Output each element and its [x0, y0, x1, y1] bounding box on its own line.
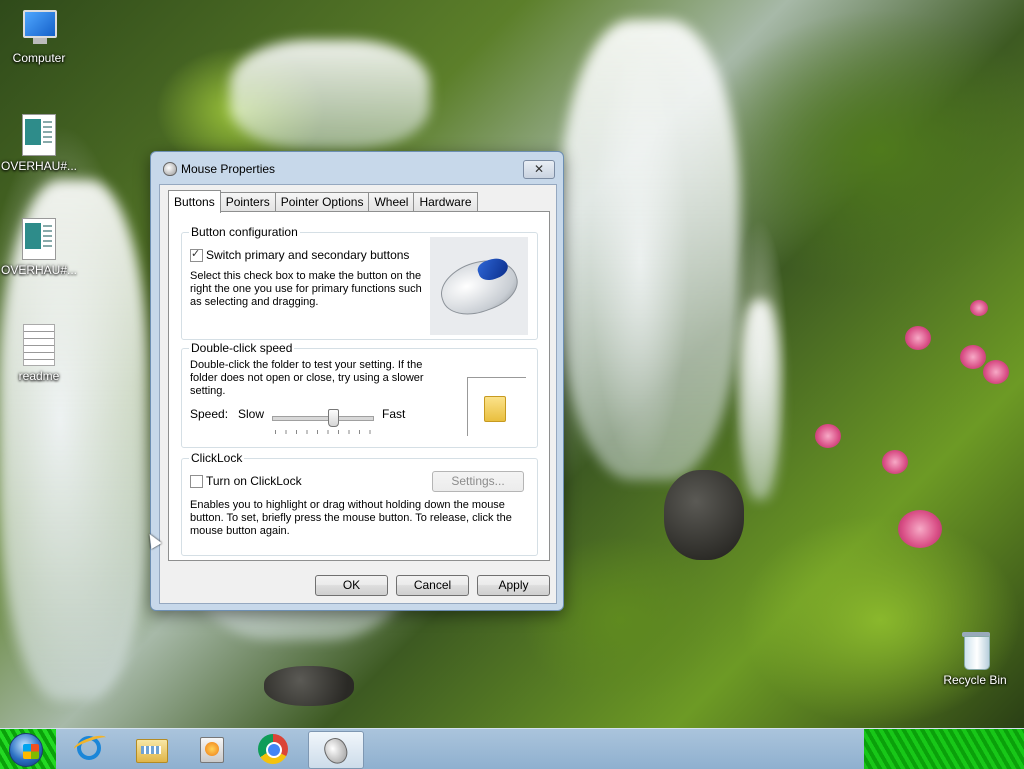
tab-strip: Buttons Pointers Pointer Options Wheel H…	[168, 190, 478, 213]
mouse-illustration	[430, 237, 528, 335]
tab-buttons[interactable]: Buttons	[168, 190, 221, 213]
double-click-speed-thumb[interactable]	[328, 409, 339, 427]
title-bar[interactable]: Mouse Properties ✕	[151, 152, 563, 184]
mouse-icon	[163, 162, 177, 176]
clicklock-settings-button[interactable]: Settings...	[432, 471, 524, 492]
desktop-icon-label: Computer	[12, 51, 66, 65]
desktop-icon-label: Recycle Bin	[943, 673, 1007, 687]
test-folder-area[interactable]	[467, 377, 526, 436]
mouse-properties-dialog: Mouse Properties ✕ Buttons Pointers Poin…	[150, 151, 564, 611]
group-title: Double-click speed	[189, 341, 295, 355]
apply-button[interactable]: Apply	[477, 575, 550, 596]
taskbar-chrome[interactable]	[246, 731, 300, 767]
mouse-properties-icon	[320, 734, 352, 768]
desktop-icon-overhaul-1[interactable]: OVERHAU#...	[1, 114, 77, 173]
switch-buttons-label[interactable]: Switch primary and secondary buttons	[206, 249, 409, 262]
document-icon	[22, 218, 56, 260]
text-file-icon	[23, 324, 55, 366]
desktop-icon-overhaul-2[interactable]: OVERHAU#...	[1, 218, 77, 277]
clicklock-group: ClickLock Turn on ClickLock Settings... …	[181, 451, 538, 556]
tab-hardware[interactable]: Hardware	[413, 192, 478, 212]
double-click-speed-track[interactable]	[272, 416, 374, 421]
close-button[interactable]: ✕	[523, 160, 555, 179]
media-player-icon	[200, 737, 224, 763]
taskbar-internet-explorer[interactable]	[63, 731, 117, 767]
button-configuration-group: Button configuration Switch primary and …	[181, 225, 538, 340]
clicklock-label[interactable]: Turn on ClickLock	[206, 475, 302, 488]
tab-wheel[interactable]: Wheel	[368, 192, 415, 212]
speed-label: Speed:	[190, 407, 229, 421]
start-orb-icon	[9, 733, 43, 767]
double-click-description: Double-click the folder to test your set…	[190, 359, 424, 397]
fast-label: Fast	[382, 407, 406, 421]
notification-area[interactable]	[864, 729, 1024, 769]
desktop-icon-computer[interactable]: Computer	[1, 8, 77, 65]
desktop-icon-recycle-bin[interactable]: Recycle Bin	[937, 630, 1013, 687]
file-explorer-icon	[136, 739, 168, 763]
tab-pointer-options[interactable]: Pointer Options	[274, 192, 370, 212]
desktop-icon-readme[interactable]: readme	[1, 324, 77, 383]
switch-buttons-checkbox[interactable]	[190, 247, 203, 262]
taskbar-media-player[interactable]	[185, 731, 239, 767]
taskbar-mouse-properties[interactable]	[308, 731, 364, 769]
slow-label: Slow	[238, 407, 265, 421]
taskbar-file-explorer[interactable]	[124, 731, 178, 767]
slider-ticks	[275, 430, 371, 434]
desktop-icon-label: OVERHAU#...	[1, 159, 78, 173]
folder-icon[interactable]	[484, 396, 506, 422]
tab-panel-buttons: Button configuration Switch primary and …	[168, 211, 550, 561]
tab-pointers[interactable]: Pointers	[219, 192, 276, 212]
clicklock-description: Enables you to highlight or drag without…	[190, 499, 512, 537]
button-config-description: Select this check box to make the button…	[190, 270, 422, 308]
desktop-icon-label: readme	[18, 369, 60, 383]
group-title: Button configuration	[189, 225, 300, 239]
recycle-bin-icon	[960, 630, 990, 670]
document-icon	[22, 114, 56, 156]
cancel-button[interactable]: Cancel	[396, 575, 469, 596]
ok-button[interactable]: OK	[315, 575, 388, 596]
desktop-icon-label: OVERHAU#...	[1, 263, 78, 277]
group-title: ClickLock	[189, 451, 245, 465]
dialog-client-area: Buttons Pointers Pointer Options Wheel H…	[159, 184, 557, 604]
clicklock-checkbox[interactable]	[190, 475, 203, 488]
computer-icon	[19, 8, 59, 48]
double-click-speed-group: Double-click speed Double-click the fold…	[181, 341, 538, 448]
window-title: Mouse Properties	[181, 162, 276, 176]
chrome-icon	[258, 734, 288, 764]
taskbar	[0, 728, 1024, 769]
start-button[interactable]	[4, 731, 46, 767]
